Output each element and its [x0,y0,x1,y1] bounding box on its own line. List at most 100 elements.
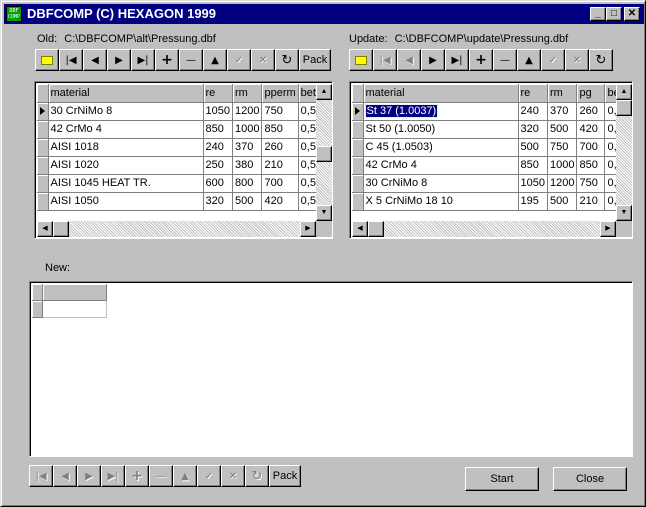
start-button[interactable]: Start [465,467,539,491]
table-cell[interactable]: AISI 1020 [48,156,204,175]
table-row[interactable]: 42 CrMo 4 850 1000 850 0, [352,156,626,175]
table-cell[interactable]: 260 [261,138,299,157]
old-grid[interactable]: material re rm pperm beta 30 CrNiMo 8 105… [34,81,333,239]
old-post-button[interactable]: ✓ [227,49,251,71]
update-open-button[interactable] [349,49,373,71]
table-cell[interactable]: 1200 [232,102,263,121]
old-open-button[interactable] [35,49,59,71]
new-pack-button[interactable]: Pack [269,465,301,487]
table-cell[interactable]: 500 [547,192,578,211]
table-cell[interactable]: 750 [576,174,606,193]
scroll-up-icon[interactable]: ▲ [616,84,632,100]
update-delete-button[interactable]: — [493,49,517,71]
old-refresh-button[interactable]: ↻ [275,49,299,71]
table-cell[interactable]: C 45 (1.0503) [363,138,519,157]
table-cell[interactable]: AISI 1050 [48,192,204,211]
table-cell[interactable]: 1200 [547,174,578,193]
update-col-pg[interactable]: pg [576,84,606,103]
new-last-button[interactable]: ▶| [101,465,125,487]
update-post-button[interactable]: ✓ [541,49,565,71]
table-cell[interactable]: 370 [547,102,578,121]
table-cell[interactable]: 380 [232,156,263,175]
table-cell[interactable]: 850 [576,156,606,175]
table-cell[interactable]: 800 [232,174,263,193]
scroll-down-icon[interactable]: ▼ [616,205,632,221]
table-cell[interactable]: 1000 [547,156,578,175]
table-cell[interactable]: 500 [547,120,578,139]
scroll-thumb[interactable] [368,221,384,237]
new-edit-button[interactable]: ▲ [173,465,197,487]
table-row[interactable]: AISI 1020 250 380 210 0,57 [37,156,326,175]
new-header-cell[interactable] [43,284,107,301]
scroll-thumb[interactable] [316,146,332,162]
table-cell[interactable]: 370 [232,138,263,157]
table-cell[interactable]: 420 [261,192,299,211]
table-cell[interactable]: 240 [518,102,548,121]
table-row[interactable]: St 50 (1.0050) 320 500 420 0, [352,120,626,139]
old-prior-button[interactable]: ◀ [83,49,107,71]
old-insert-button[interactable]: + [155,49,179,71]
table-row[interactable]: St 37 (1.0037) 240 370 260 0, [352,102,626,121]
table-cell[interactable]: 1000 [232,120,263,139]
update-horizontal-scrollbar[interactable]: ◀ ▶ [352,221,616,237]
table-cell[interactable]: 320 [518,120,548,139]
old-cancel-button[interactable]: ✕ [251,49,275,71]
old-first-button[interactable]: |◀ [59,49,83,71]
new-delete-button[interactable]: — [149,465,173,487]
table-cell[interactable]: 500 [518,138,548,157]
table-row[interactable]: 30 CrNiMo 8 1050 1200 750 0,57 [37,102,326,121]
old-last-button[interactable]: ▶| [131,49,155,71]
scroll-up-icon[interactable]: ▲ [316,84,332,100]
scroll-left-icon[interactable]: ◀ [352,221,368,237]
table-row[interactable]: AISI 1018 240 370 260 0,57 [37,138,326,157]
new-post-button[interactable]: ✓ [197,465,221,487]
table-cell[interactable]: AISI 1045 HEAT TR. [48,174,204,193]
update-prior-button[interactable]: ◀ [397,49,421,71]
table-cell[interactable]: 42 CrMo 4 [363,156,519,175]
table-cell[interactable]: 700 [261,174,299,193]
update-vertical-scrollbar[interactable]: ▲ ▼ [616,84,632,221]
new-refresh-button[interactable]: ↻ [245,465,269,487]
update-edit-button[interactable]: ▲ [517,49,541,71]
table-cell[interactable]: 210 [576,192,606,211]
old-vertical-scrollbar[interactable]: ▲ ▼ [316,84,332,221]
old-next-button[interactable]: ▶ [107,49,131,71]
update-col-re[interactable]: re [518,84,548,103]
table-cell[interactable]: 260 [576,102,606,121]
table-row[interactable]: 30 CrNiMo 8 1050 1200 750 0, [352,174,626,193]
old-edit-button[interactable]: ▲ [203,49,227,71]
new-grid[interactable] [29,281,633,457]
table-cell[interactable]: 240 [203,138,233,157]
new-insert-button[interactable]: + [125,465,149,487]
scroll-left-icon[interactable]: ◀ [37,221,53,237]
old-col-rm[interactable]: rm [232,84,263,103]
title-bar[interactable]: DBF COMP DBFCOMP (C) HEXAGON 1999 _ □ ✕ [4,4,644,24]
new-next-button[interactable]: ▶ [77,465,101,487]
update-first-button[interactable]: |◀ [373,49,397,71]
table-cell[interactable]: 500 [232,192,263,211]
old-col-re[interactable]: re [203,84,233,103]
maximize-button[interactable]: □ [606,7,622,21]
update-last-button[interactable]: ▶| [445,49,469,71]
table-cell[interactable]: 42 CrMo 4 [48,120,204,139]
new-prior-button[interactable]: ◀ [53,465,77,487]
table-row[interactable]: AISI 1045 HEAT TR. 600 800 700 0,57 [37,174,326,193]
minimize-button[interactable]: _ [590,7,606,21]
table-cell[interactable]: 195 [518,192,548,211]
update-insert-button[interactable]: + [469,49,493,71]
close-window-button[interactable]: ✕ [624,7,640,21]
scroll-thumb[interactable] [53,221,69,237]
table-cell[interactable]: X 5 CrNiMo 18 10 [363,192,519,211]
table-cell[interactable]: 850 [518,156,548,175]
table-cell[interactable]: 850 [203,120,233,139]
table-cell[interactable]: 30 CrNiMo 8 [48,102,204,121]
update-cancel-button[interactable]: ✕ [565,49,589,71]
scroll-right-icon[interactable]: ▶ [600,221,616,237]
update-next-button[interactable]: ▶ [421,49,445,71]
update-grid[interactable]: material re rm pg be St 37 (1.0037) 240 37… [349,81,633,239]
update-refresh-button[interactable]: ↻ [589,49,613,71]
table-row[interactable]: AISI 1050 320 500 420 0,57 [37,192,326,211]
close-button[interactable]: Close [553,467,627,491]
scroll-right-icon[interactable]: ▶ [300,221,316,237]
table-cell[interactable]: 420 [576,120,606,139]
